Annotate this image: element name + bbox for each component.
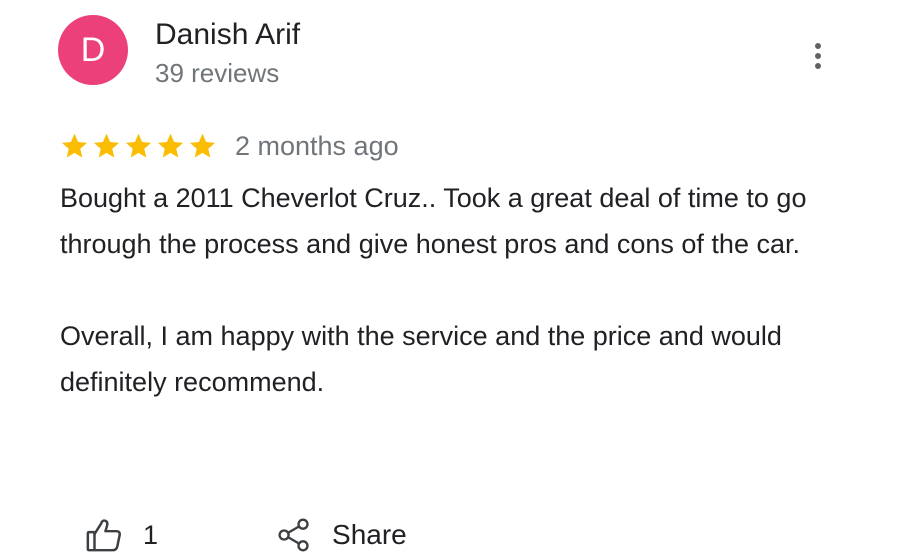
review-text: Bought a 2011 Cheverlot Cruz.. Took a gr… <box>60 175 860 405</box>
star-icon <box>61 133 88 158</box>
reviewer-name[interactable]: Danish Arif <box>155 18 300 52</box>
review-count: 39 reviews <box>155 58 280 88</box>
review-paragraph: Bought a 2011 Cheverlot Cruz.. Took a gr… <box>60 183 807 259</box>
more-options-button[interactable] <box>800 36 836 76</box>
review-date: 2 months ago <box>235 130 399 161</box>
review-paragraph: Overall, I am happy with the service and… <box>60 321 782 397</box>
share-label: Share <box>332 519 407 550</box>
more-vert-icon-dot-3 <box>815 63 821 69</box>
rating-row: 2 months ago <box>60 126 399 166</box>
share-button[interactable]: Share <box>276 516 407 554</box>
avatar[interactable]: D <box>58 15 128 85</box>
thumb-up-icon <box>86 519 121 552</box>
like-button[interactable]: 1 <box>85 516 158 554</box>
star-icon <box>157 133 184 158</box>
review-card: D Danish Arif 39 reviews 2 months ago Bo… <box>0 0 900 560</box>
share-icon <box>278 518 309 552</box>
star-rating <box>60 132 217 160</box>
more-vert-icon-dot-2 <box>815 53 821 59</box>
review-actions: 1 Share <box>85 512 407 558</box>
star-icon <box>125 133 152 158</box>
star-icon <box>189 133 216 158</box>
more-vert-icon-dot-1 <box>815 43 821 49</box>
star-icon <box>93 133 120 158</box>
like-count: 1 <box>143 519 159 550</box>
